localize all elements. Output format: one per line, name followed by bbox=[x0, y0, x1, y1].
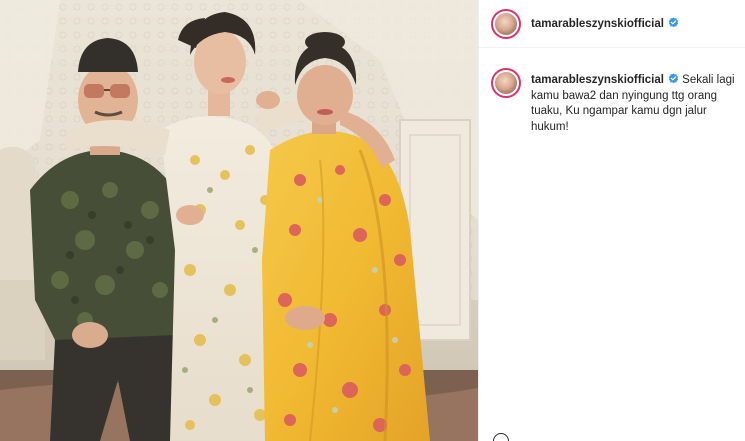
verified-badge-icon bbox=[668, 73, 679, 84]
avatar-image bbox=[495, 12, 517, 35]
post-sidebar: tamarableszynskiofficial tamarableszynsk… bbox=[478, 0, 745, 441]
caption-comment: tamarableszynskiofficial Sekali lagi kam… bbox=[479, 48, 745, 135]
caption-username-link[interactable]: tamarableszynskiofficial bbox=[531, 73, 679, 86]
post-photo[interactable] bbox=[0, 0, 478, 441]
family-photo-image bbox=[0, 0, 478, 441]
header-username: tamarableszynskiofficial bbox=[531, 18, 664, 30]
instagram-post: tamarableszynskiofficial tamarableszynsk… bbox=[0, 0, 745, 441]
caption-avatar[interactable] bbox=[491, 68, 521, 98]
post-header: tamarableszynskiofficial bbox=[479, 0, 745, 48]
heart-icon[interactable] bbox=[493, 433, 509, 441]
caption-text-block: tamarableszynskiofficial Sekali lagi kam… bbox=[531, 73, 745, 135]
caption-username: tamarableszynskiofficial bbox=[531, 74, 664, 86]
profile-avatar[interactable] bbox=[491, 8, 521, 39]
verified-badge-icon bbox=[668, 17, 679, 28]
avatar-image bbox=[495, 72, 517, 94]
header-username-link[interactable]: tamarableszynskiofficial bbox=[531, 17, 679, 30]
